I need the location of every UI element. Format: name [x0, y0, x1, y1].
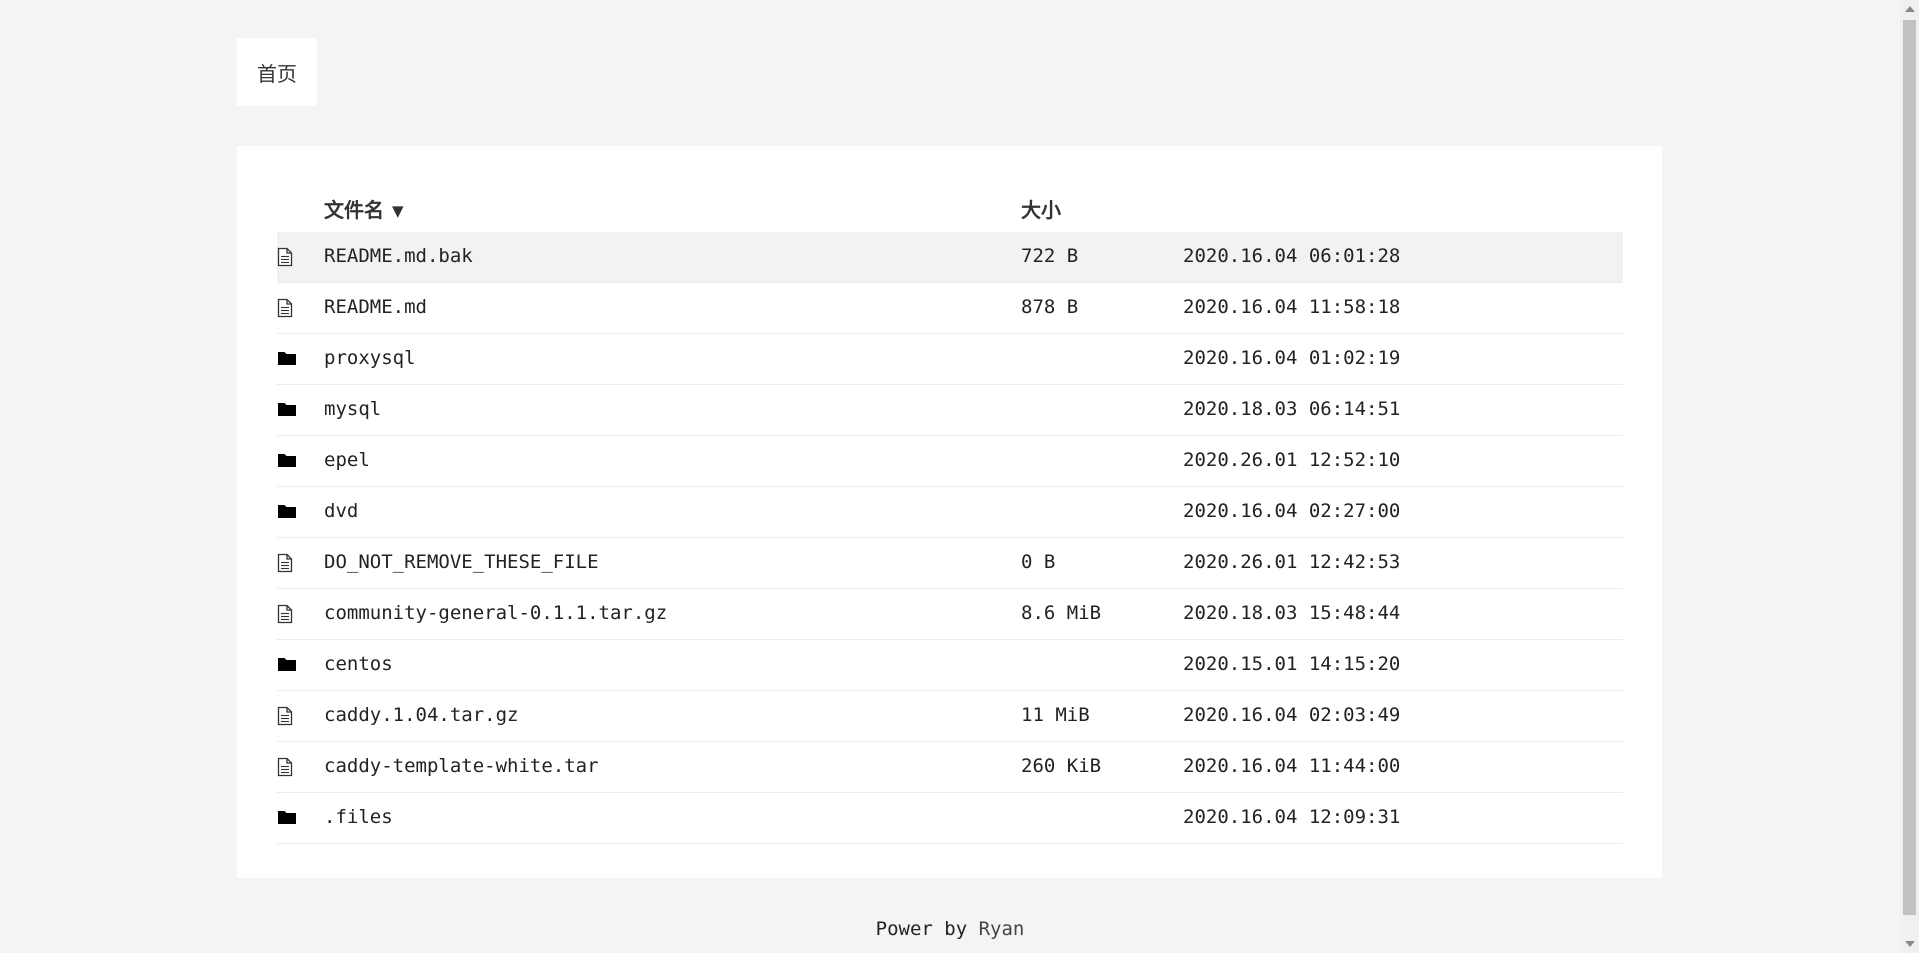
- file-modified-date: 2020.16.04 01:02:19: [1183, 347, 1401, 369]
- sort-desc-icon: ▼: [392, 202, 404, 220]
- file-name-link[interactable]: centos: [324, 653, 393, 675]
- table-header: 文件名 ▼ 大小: [277, 184, 1623, 232]
- table-body: README.md.bak 722 B 2020.16.04 06:01:28 REA…: [277, 232, 1623, 844]
- column-header-name-label: 文件名: [324, 198, 384, 222]
- file-size: 0 B: [1021, 551, 1056, 573]
- file-modified-date: 2020.16.04 11:58:18: [1183, 296, 1401, 318]
- table-row[interactable]: README.md 878 B 2020.16.04 11:58:18: [277, 283, 1623, 334]
- file-name-link[interactable]: .files: [324, 806, 393, 828]
- table-row[interactable]: dvd 2020.16.04 02:27:00: [277, 487, 1623, 538]
- file-modified-date: 2020.18.03 15:48:44: [1183, 602, 1401, 624]
- table-row[interactable]: .files 2020.16.04 12:09:31: [277, 793, 1623, 844]
- file-name-link[interactable]: README.md.bak: [324, 245, 473, 267]
- table-row[interactable]: mysql 2020.18.03 06:14:51: [277, 385, 1623, 436]
- file-size: 722 B: [1021, 245, 1079, 267]
- file-modified-date: 2020.16.04 02:03:49: [1183, 704, 1401, 726]
- scrollbar-thumb[interactable]: [1903, 20, 1916, 915]
- column-header-size[interactable]: 大小: [1021, 194, 1061, 223]
- file-name-link[interactable]: dvd: [324, 500, 358, 522]
- scroll-down-arrow-icon[interactable]: [1905, 941, 1915, 947]
- file-icon: [277, 247, 297, 267]
- file-name-link[interactable]: epel: [324, 449, 370, 471]
- file-name-link[interactable]: DO_NOT_REMOVE_THESE_FILE: [324, 551, 599, 573]
- file-name-link[interactable]: community-general-0.1.1.tar.gz: [324, 602, 667, 624]
- folder-icon: [277, 655, 297, 675]
- file-size: 260 KiB: [1021, 755, 1102, 777]
- file-modified-date: 2020.16.04 06:01:28: [1183, 245, 1401, 267]
- table-row[interactable]: community-general-0.1.1.tar.gz 8.6 MiB 202…: [277, 589, 1623, 640]
- file-name-link[interactable]: caddy-template-white.tar: [324, 755, 599, 777]
- file-icon: [277, 298, 297, 318]
- file-name-link[interactable]: mysql: [324, 398, 381, 420]
- file-table: 文件名 ▼ 大小 README.md.bak 722 B 2020.16.04 06:…: [277, 184, 1623, 844]
- file-size: 8.6 MiB: [1021, 602, 1102, 624]
- scroll-up-arrow-icon[interactable]: [1905, 6, 1915, 12]
- file-name-link[interactable]: caddy.1.04.tar.gz: [324, 704, 518, 726]
- file-modified-date: 2020.16.04 12:09:31: [1183, 806, 1401, 828]
- file-modified-date: 2020.15.01 14:15:20: [1183, 653, 1401, 675]
- file-icon: [277, 706, 297, 726]
- vertical-scrollbar[interactable]: [1900, 0, 1919, 953]
- table-row[interactable]: caddy.1.04.tar.gz 11 MiB 2020.16.04 02:03:…: [277, 691, 1623, 742]
- column-header-name[interactable]: 文件名 ▼: [324, 194, 404, 223]
- folder-icon: [277, 502, 297, 522]
- file-modified-date: 2020.18.03 06:14:51: [1183, 398, 1401, 420]
- folder-icon: [277, 451, 297, 471]
- file-name-link[interactable]: README.md: [324, 296, 427, 318]
- file-modified-date: 2020.26.01 12:52:10: [1183, 449, 1401, 471]
- page: 首页 文件名 ▼ 大小 README.md.bak 722 B 2020.16.04 …: [0, 0, 1900, 953]
- table-row[interactable]: centos 2020.15.01 14:15:20: [277, 640, 1623, 691]
- breadcrumb-home[interactable]: 首页: [237, 38, 317, 106]
- footer-author-link[interactable]: Ryan: [979, 918, 1025, 940]
- folder-icon: [277, 349, 297, 369]
- file-size: 878 B: [1021, 296, 1079, 318]
- table-row[interactable]: DO_NOT_REMOVE_THESE_FILE 0 B 2020.26.01 12…: [277, 538, 1623, 589]
- file-icon: [277, 553, 297, 573]
- file-size: 11 MiB: [1021, 704, 1090, 726]
- table-row[interactable]: caddy-template-white.tar 260 KiB 2020.16.0…: [277, 742, 1623, 793]
- file-listing-card: 文件名 ▼ 大小 README.md.bak 722 B 2020.16.04 06:…: [237, 146, 1662, 878]
- breadcrumb-home-label: 首页: [257, 61, 297, 86]
- file-modified-date: 2020.26.01 12:42:53: [1183, 551, 1401, 573]
- file-icon: [277, 757, 297, 777]
- table-row[interactable]: epel 2020.26.01 12:52:10: [277, 436, 1623, 487]
- file-name-link[interactable]: proxysql: [324, 347, 416, 369]
- footer: Power by Ryan: [0, 918, 1900, 940]
- table-row[interactable]: README.md.bak 722 B 2020.16.04 06:01:28: [277, 232, 1623, 283]
- file-modified-date: 2020.16.04 02:27:00: [1183, 500, 1401, 522]
- folder-icon: [277, 400, 297, 420]
- table-row[interactable]: proxysql 2020.16.04 01:02:19: [277, 334, 1623, 385]
- file-modified-date: 2020.16.04 11:44:00: [1183, 755, 1401, 777]
- folder-icon: [277, 808, 297, 828]
- footer-prefix: Power by: [875, 918, 968, 940]
- file-icon: [277, 604, 297, 624]
